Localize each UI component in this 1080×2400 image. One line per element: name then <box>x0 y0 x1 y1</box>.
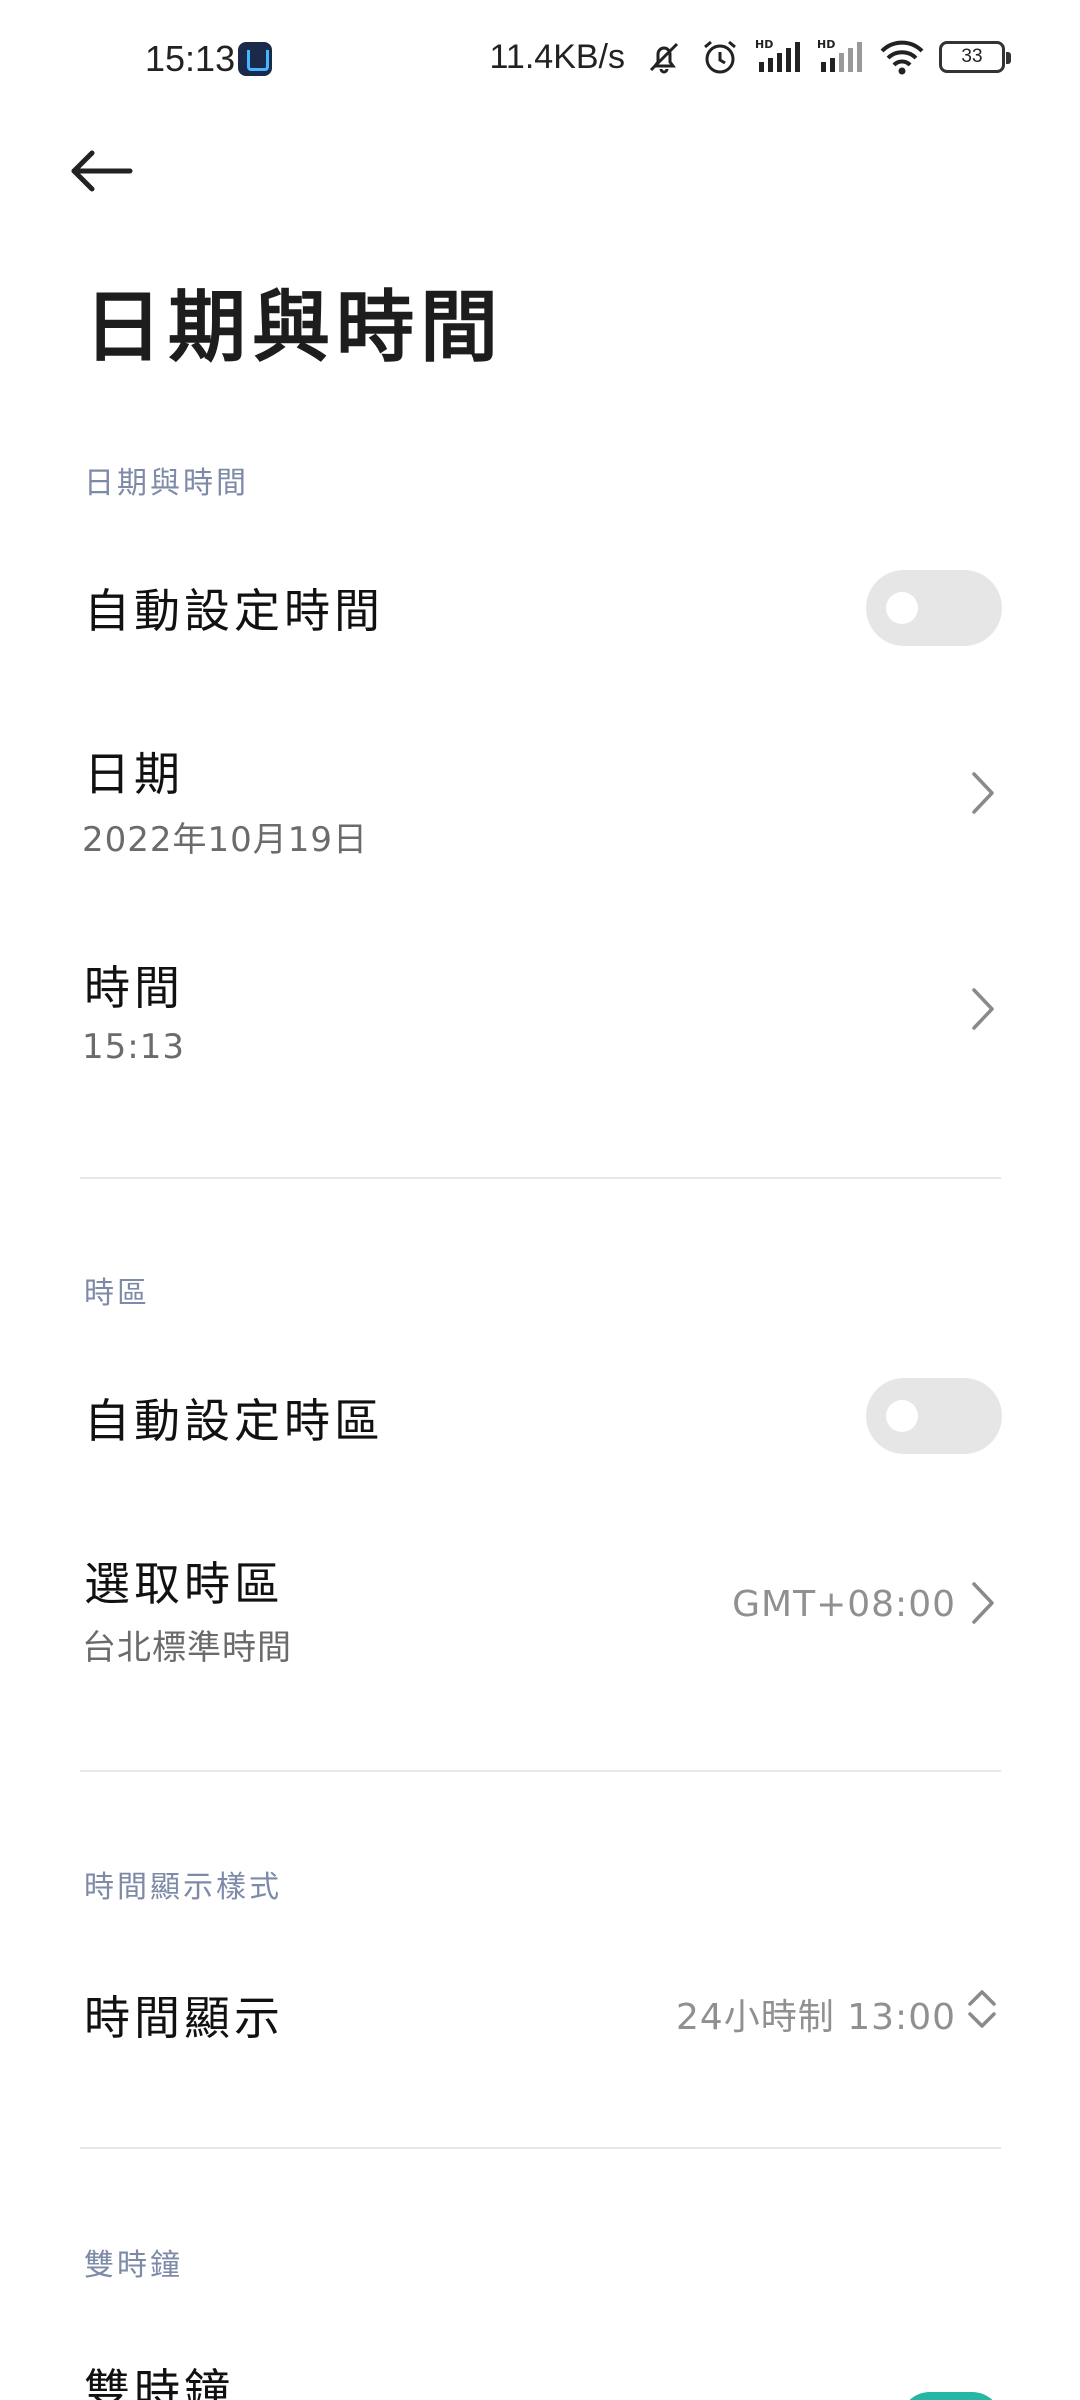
auto-time-label: 自動設定時間 <box>84 584 384 638</box>
toggle-knob <box>886 592 918 624</box>
hd-signal-icon: HD <box>755 38 800 72</box>
divider <box>80 2147 1001 2149</box>
status-time: 15:13 <box>145 38 236 79</box>
status-bar: 15:13 11.4KB/s HD HD 33 <box>0 0 1080 120</box>
date-label: 日期 <box>84 747 184 801</box>
back-arrow-icon <box>71 150 133 192</box>
section-label-dual-clock: 雙時鐘 <box>84 2248 183 2283</box>
page-title: 日期與時間 <box>84 282 505 373</box>
divider <box>80 1770 1001 1772</box>
section-label-date-time: 日期與時間 <box>84 466 249 501</box>
network-speed: 11.4KB/s <box>489 37 625 76</box>
chevron-right-icon <box>972 772 994 814</box>
dual-clock-toggle[interactable] <box>900 2392 1002 2400</box>
auto-zone-toggle[interactable] <box>866 1378 1002 1454</box>
chevron-up-down-icon <box>968 1990 996 2028</box>
mute-icon <box>649 42 679 74</box>
svg-text:HD: HD <box>755 38 773 51</box>
hd-signal-icon: HD <box>817 38 862 72</box>
time-value: 15:13 <box>82 1027 185 1067</box>
divider <box>80 1177 1001 1179</box>
auto-zone-label: 自動設定時區 <box>84 1394 384 1448</box>
toggle-knob <box>886 1400 918 1432</box>
section-label-timezone: 時區 <box>84 1276 150 1311</box>
time-display-value: 24小時制 13:00 <box>676 1997 956 2038</box>
select-zone-value: GMT+08:00 <box>732 1584 956 1625</box>
status-icons: 11.4KB/s HD HD 33 <box>489 36 1011 78</box>
chevron-right-icon <box>972 1582 994 1624</box>
section-label-time-format: 時間顯示樣式 <box>84 1870 282 1905</box>
battery-icon: 33 <box>939 41 1011 73</box>
select-zone-label: 選取時區 <box>84 1557 284 1611</box>
alarm-icon <box>704 40 736 74</box>
dual-clock-label: 雙時鐘 <box>84 2364 234 2400</box>
select-zone-sub: 台北標準時間 <box>82 1628 292 1668</box>
time-display-label: 時間顯示 <box>84 1991 284 2045</box>
app-icon <box>238 42 272 76</box>
chevron-right-icon <box>972 988 994 1030</box>
time-label: 時間 <box>84 961 184 1015</box>
wifi-icon <box>880 40 924 75</box>
date-value: 2022年10月19日 <box>82 820 369 860</box>
auto-time-toggle[interactable] <box>866 570 1002 646</box>
back-button[interactable] <box>70 135 150 207</box>
svg-text:HD: HD <box>817 38 835 51</box>
